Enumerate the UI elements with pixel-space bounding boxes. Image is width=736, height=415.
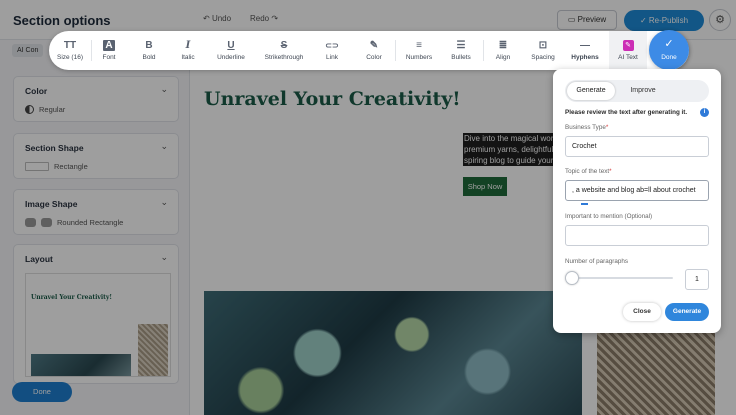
bullet-list-icon: ☰ — [456, 40, 466, 51]
toolbar-label: Spacing — [531, 54, 555, 61]
toolbar-color[interactable]: ✎ Color — [359, 31, 389, 70]
toolbar-divider — [483, 40, 484, 61]
generate-button[interactable]: Generate — [665, 303, 709, 321]
toolbar-numbers[interactable]: ≡ Numbers — [401, 31, 437, 70]
toolbar-label: Italic — [181, 54, 195, 61]
toolbar-size[interactable]: TT Size (16) — [53, 31, 87, 70]
link-icon: ⊂⊃ — [325, 41, 339, 50]
bold-icon: B — [145, 40, 153, 51]
business-type-field[interactable]: Crochet — [565, 136, 709, 157]
ai-text-icon: ✎ — [622, 40, 634, 51]
toolbar-label: Numbers — [405, 54, 433, 61]
toolbar-bold[interactable]: B Bold — [133, 31, 165, 70]
toolbar-font[interactable]: A Font — [93, 31, 125, 70]
text-size-icon: TT — [63, 40, 77, 51]
toolbar-italic[interactable]: I Italic — [172, 31, 204, 70]
toolbar-done-button[interactable]: ✓ Done — [649, 30, 689, 70]
toolbar-strikethrough[interactable]: S Strikethrough — [259, 31, 309, 70]
toolbar-label: Bold — [142, 54, 156, 61]
topic-field[interactable]: , a website and blog ab=ll about crochet — [565, 180, 709, 201]
strikethrough-icon: S — [280, 40, 288, 51]
toolbar-label: Strikethrough — [264, 54, 304, 61]
ai-mode-segmented-control: Generate Improve — [565, 80, 709, 102]
close-button[interactable]: Close — [623, 303, 661, 321]
paragraphs-count-input[interactable]: 1 — [685, 269, 709, 290]
toolbar-label: Hyphens — [571, 54, 599, 61]
app-window: Section options ↶ Undo Redo ↷ ▭ Preview … — [0, 0, 736, 415]
toolbar-underline[interactable]: U Underline — [212, 31, 250, 70]
paragraphs-slider-thumb[interactable] — [565, 271, 579, 285]
review-note: Please review the text after generating … — [565, 109, 688, 116]
business-type-label: Business Type* — [565, 124, 609, 131]
toolbar-spacing[interactable]: ⊡ Spacing — [525, 31, 561, 70]
toolbar-bullets[interactable]: ☰ Bullets — [445, 31, 477, 70]
italic-icon: I — [185, 40, 191, 51]
important-label: Important to mention (Optional) — [565, 213, 653, 220]
hyphens-icon: — — [580, 40, 590, 51]
toolbar-divider — [91, 40, 92, 61]
toolbar-label: Underline — [217, 54, 245, 61]
toolbar-label: Align — [495, 54, 511, 61]
numbered-list-icon: ≡ — [416, 40, 422, 51]
paragraphs-label: Number of paragraphs — [565, 258, 629, 265]
underline-icon: U — [227, 40, 235, 51]
align-icon: ≣ — [498, 40, 508, 51]
toolbar-label: AI Text — [618, 54, 638, 61]
tab-improve[interactable]: Improve — [619, 82, 667, 100]
topic-label: Topic of the text* — [565, 168, 612, 175]
toolbar-hyphens[interactable]: — Hyphens — [567, 31, 603, 70]
toolbar-align[interactable]: ≣ Align — [487, 31, 519, 70]
important-field[interactable] — [565, 225, 709, 246]
toolbar-label: Font — [102, 54, 116, 61]
spacing-icon: ⊡ — [538, 40, 548, 51]
toolbar-label: Size (16) — [56, 54, 83, 61]
paragraphs-slider-track[interactable] — [567, 277, 673, 279]
check-icon: ✓ — [664, 38, 674, 50]
info-icon[interactable]: i — [700, 108, 709, 117]
text-format-toolbar: TT Size (16) A Font B Bold I Italic U Underli… — [49, 31, 689, 70]
focus-indicator — [581, 203, 588, 205]
business-type-label-text: Business Type — [565, 124, 606, 131]
toolbar-ai-text[interactable]: ✎ AI Text — [609, 31, 647, 70]
toolbar-link[interactable]: ⊂⊃ Link — [317, 31, 347, 70]
toolbar-done-label: Done — [661, 54, 677, 61]
ai-text-panel: Generate Improve Please review the text … — [553, 69, 721, 333]
topic-label-text: Topic of the text — [565, 168, 610, 175]
toolbar-label: Link — [326, 54, 338, 61]
toolbar-label: Color — [366, 54, 382, 61]
toolbar-label: Bullets — [451, 54, 471, 61]
tab-generate[interactable]: Generate — [567, 82, 615, 100]
pen-icon: ✎ — [369, 40, 379, 51]
toolbar-divider — [395, 40, 396, 61]
font-icon: A — [103, 40, 115, 51]
